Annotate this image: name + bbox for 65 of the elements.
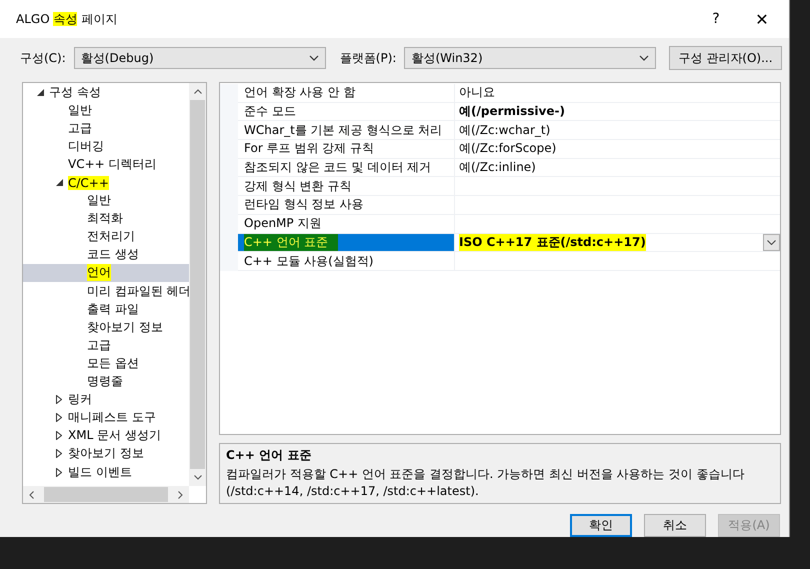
expanded-triangle-icon[interactable] <box>56 179 63 186</box>
tree-item[interactable]: 전처리기 <box>23 228 189 246</box>
horizontal-scrollbar[interactable] <box>23 486 189 503</box>
tree-item[interactable]: 찾아보기 정보 <box>23 318 189 336</box>
property-name[interactable]: 준수 모드 <box>238 102 455 122</box>
tree-item[interactable]: 매니페스트 도구 <box>23 408 189 427</box>
platform-dropdown[interactable]: 활성(Win32) <box>404 47 656 69</box>
configuration-dropdown[interactable]: 활성(Debug) <box>74 47 326 69</box>
tree-item[interactable]: C/C++ <box>23 173 189 192</box>
close-button[interactable]: ✕ <box>739 0 785 38</box>
platform-label: 플랫폼(P): <box>340 50 396 66</box>
chevron-down-icon <box>767 240 776 245</box>
tree-item[interactable]: 일반 <box>23 192 189 210</box>
dialog-button[interactable]: 취소 <box>644 514 706 537</box>
tree-item[interactable]: 코드 생성 <box>23 246 189 264</box>
help-button[interactable]: ? <box>693 0 739 38</box>
tree-item[interactable]: 링커 <box>23 390 189 409</box>
collapsed-triangle-icon[interactable] <box>56 449 62 458</box>
tree-item[interactable]: 찾아보기 정보 <box>23 444 189 463</box>
tree-item[interactable]: 고급 <box>23 119 189 138</box>
property-value[interactable]: 예(/permissive-) <box>455 102 780 122</box>
property-name[interactable]: For 루프 범위 강제 규칙 <box>238 140 455 159</box>
tree-item[interactable]: XML 문서 생성기 <box>23 426 189 445</box>
chevron-down-icon <box>639 55 650 61</box>
scroll-right-icon[interactable] <box>178 490 183 498</box>
scroll-left-icon[interactable] <box>29 490 34 498</box>
property-value[interactable]: 아니요 <box>455 84 780 103</box>
collapsed-triangle-icon[interactable] <box>56 395 62 404</box>
dropdown-button[interactable] <box>763 234 780 251</box>
property-name[interactable]: 런타임 형식 정보 사용 <box>238 196 455 215</box>
tree-item[interactable]: 명령줄 <box>23 372 189 391</box>
tree-item[interactable]: 고급 <box>23 336 189 354</box>
description-text: 컴파일러가 적용할 C++ 언어 표준을 결정합니다. 가능하면 최신 버전을 사용하는 것이 좋습니다 (/std:c++14, /std:c++17, /std:c++latest). <box>226 466 746 500</box>
configuration-label: 구성(C): <box>20 50 66 66</box>
configuration-manager-button[interactable]: 구성 관리자(O)... <box>669 46 782 70</box>
window-title: ALGO 속성 페이지 <box>16 10 118 28</box>
tree-item[interactable]: VC++ 디렉터리 <box>23 155 189 174</box>
property-name[interactable]: C++ 언어 표준 <box>238 234 455 252</box>
collapsed-triangle-icon[interactable] <box>56 468 62 477</box>
property-name[interactable]: 언어 확장 사용 안 함 <box>238 84 455 103</box>
scroll-up-icon[interactable] <box>194 89 202 94</box>
tree-item[interactable]: 구성 속성 <box>23 83 189 102</box>
property-value[interactable]: 예(/Zc:forScope) <box>455 140 780 159</box>
property-name[interactable]: 참조되지 않은 코드 및 데이터 제거 <box>238 158 455 178</box>
tree-item[interactable]: 빌드 이벤트 <box>23 462 189 482</box>
dialog-button[interactable]: 확인 <box>570 514 632 537</box>
collapsed-triangle-icon[interactable] <box>56 431 62 440</box>
selected-tree-item[interactable]: 언어 <box>23 264 189 282</box>
property-name[interactable]: WChar_t를 기본 제공 형식으로 처리 <box>238 121 455 140</box>
property-name[interactable]: 강제 형식 변환 규칙 <box>238 177 455 196</box>
tree-item[interactable]: 미리 컴파일된 헤더 <box>23 282 189 300</box>
collapsed-triangle-icon[interactable] <box>56 413 62 422</box>
vertical-scrollbar[interactable] <box>189 83 206 486</box>
property-value[interactable]: 예(/Zc:wchar_t) <box>455 121 780 140</box>
tree-item[interactable]: 일반 <box>23 101 189 120</box>
description-title: C++ 언어 표준 <box>226 447 312 464</box>
expanded-triangle-icon[interactable] <box>37 88 44 96</box>
tree-item[interactable]: 디버깅 <box>23 137 189 156</box>
chevron-down-icon <box>308 55 319 61</box>
property-name[interactable]: C++ 모듈 사용(실험적) <box>238 252 455 271</box>
tree-item[interactable]: 출력 파일 <box>23 300 189 318</box>
tree-item[interactable]: 모든 옵션 <box>23 354 189 372</box>
property-value[interactable]: 예(/Zc:inline) <box>455 158 780 178</box>
scroll-down-icon[interactable] <box>194 475 202 480</box>
tree-item[interactable]: 최적화 <box>23 210 189 228</box>
